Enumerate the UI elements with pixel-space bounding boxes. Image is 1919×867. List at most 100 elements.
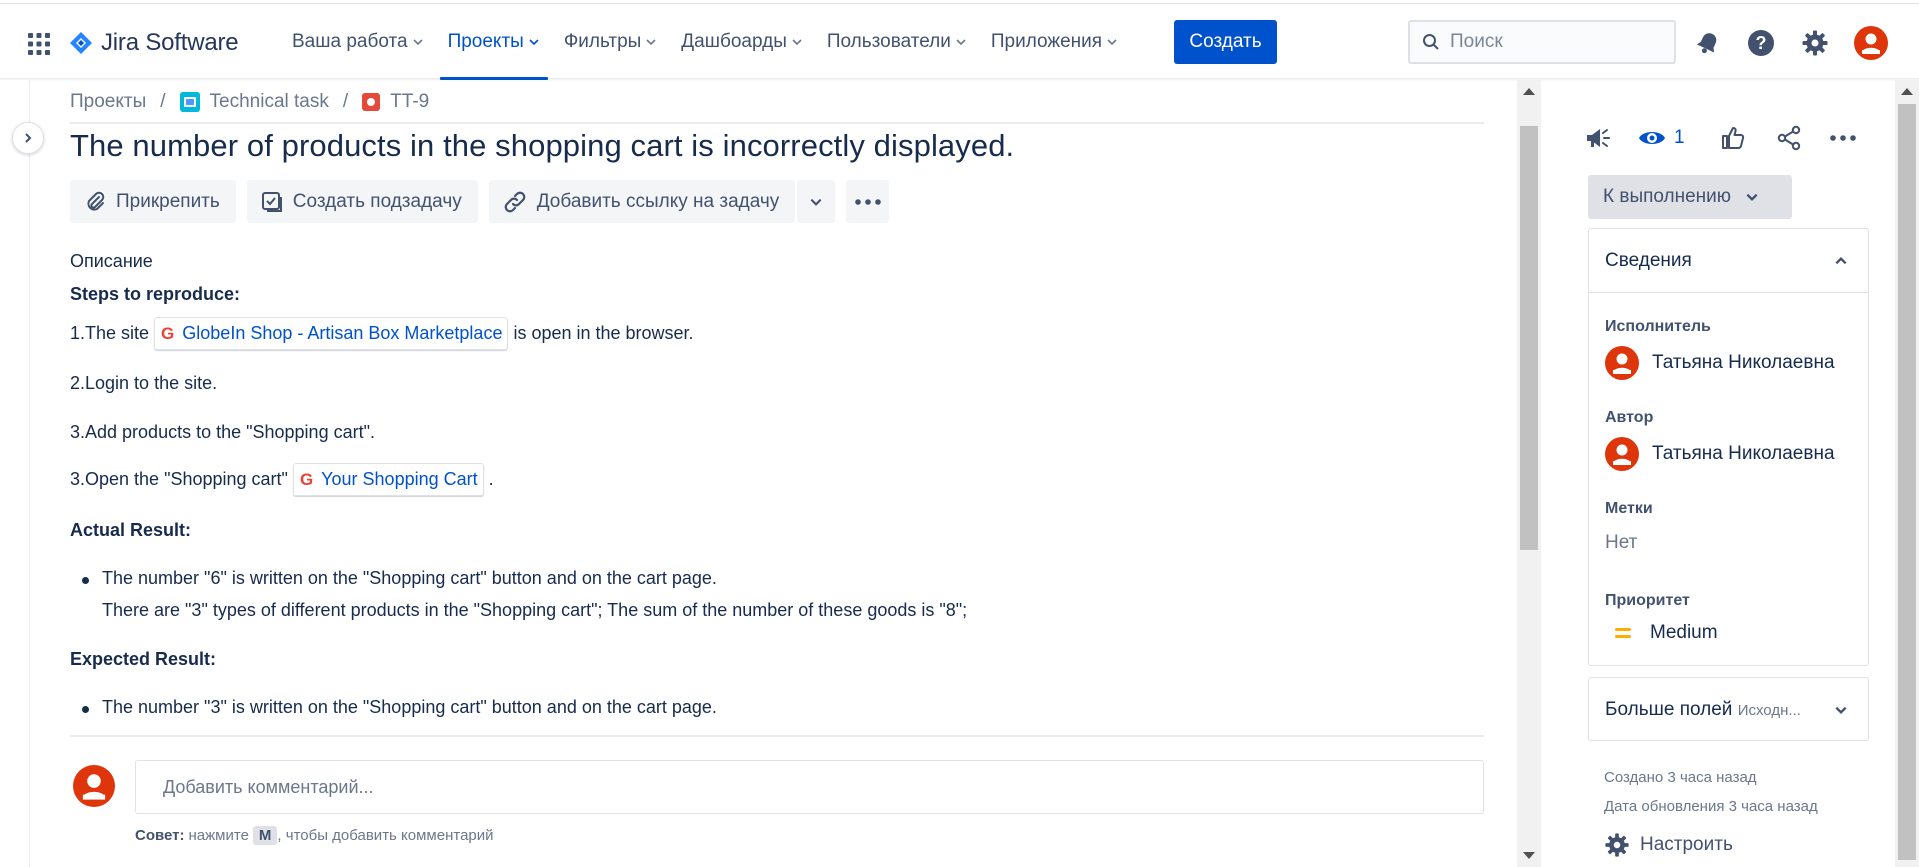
comment-divider bbox=[70, 735, 1484, 737]
step-4: 3.Open the "Shopping cart" G Your Shoppi… bbox=[70, 463, 494, 496]
search-icon bbox=[1423, 34, 1439, 50]
help-icon[interactable]: ? bbox=[1746, 28, 1776, 58]
description-label: Описание bbox=[70, 251, 153, 271]
nav-projects[interactable]: Проекты bbox=[436, 4, 552, 80]
google-icon: G bbox=[299, 469, 314, 489]
nav-label: Пользователи bbox=[826, 31, 951, 52]
reporter-value[interactable]: Татьяна Николаевна bbox=[1605, 437, 1835, 471]
labels-label: Метки bbox=[1605, 500, 1653, 517]
subtask-icon bbox=[261, 191, 282, 212]
left-sidebar-collapsed bbox=[0, 80, 30, 867]
share-icon[interactable] bbox=[1762, 120, 1816, 156]
priority-medium-icon bbox=[1615, 628, 1631, 638]
breadcrumb-projects[interactable]: Проекты bbox=[70, 91, 146, 113]
chevron-down-icon bbox=[412, 39, 423, 46]
avatar bbox=[1605, 346, 1639, 380]
nav-filters[interactable]: Фильтры bbox=[552, 4, 669, 80]
assignee-name: Татьяна Николаевна bbox=[1652, 352, 1835, 373]
chevron-down-icon bbox=[1835, 706, 1847, 714]
expand-sidebar-button[interactable] bbox=[12, 122, 44, 154]
expected-line-1: The number "3" is written on the "Shoppi… bbox=[102, 697, 717, 717]
chevron-down-icon bbox=[810, 198, 822, 206]
notifications-icon[interactable] bbox=[1693, 28, 1723, 58]
status-dropdown[interactable]: К выполнению bbox=[1588, 175, 1792, 219]
avatar bbox=[1605, 437, 1639, 471]
more-fields-header[interactable]: Больше полей Исходн... bbox=[1589, 678, 1868, 742]
bullet bbox=[82, 577, 89, 584]
bullet bbox=[82, 706, 89, 713]
jira-logo[interactable]: Jira Software bbox=[69, 28, 239, 58]
feedback-megaphone-icon[interactable] bbox=[1584, 120, 1628, 156]
reporter-field: Автор Татьяна Николаевна bbox=[1605, 409, 1835, 471]
chevron-up-icon bbox=[1835, 256, 1847, 264]
comment-avatar bbox=[73, 765, 115, 807]
scroll-up-arrow[interactable] bbox=[1523, 88, 1535, 95]
priority-value[interactable]: Medium bbox=[1605, 622, 1718, 644]
chevron-down-icon bbox=[1746, 193, 1758, 201]
nav-label: Проекты bbox=[447, 31, 524, 52]
more-fields-hint: Исходн... bbox=[1737, 702, 1801, 719]
globein-shop-link[interactable]: G GlobeIn Shop - Artisan Box Marketplace bbox=[154, 317, 509, 350]
scroll-down-arrow[interactable] bbox=[1523, 852, 1535, 859]
nav-your-work[interactable]: Ваша работа bbox=[280, 4, 436, 80]
app-name: Jira Software bbox=[101, 29, 239, 56]
header-divider bbox=[70, 122, 1484, 124]
assignee-label: Исполнитель bbox=[1605, 318, 1711, 335]
steps-heading: Steps to reproduce: bbox=[70, 284, 241, 304]
nav-dashboards[interactable]: Дашбоарды bbox=[669, 4, 815, 80]
main-nav: Ваша работа Проекты Фильтры Дашбоарды По… bbox=[280, 4, 1130, 80]
step-2: 2.Login to the site. bbox=[70, 373, 218, 393]
search-input[interactable] bbox=[1450, 31, 1650, 53]
chevron-down-icon bbox=[529, 39, 539, 46]
panel-scrollbar[interactable] bbox=[1895, 80, 1919, 867]
nav-people[interactable]: Пользователи bbox=[815, 4, 979, 80]
link-issue-button[interactable]: Добавить ссылку на задачу bbox=[488, 180, 796, 223]
create-subtask-button[interactable]: Создать подзадачу bbox=[246, 180, 478, 223]
configure-button[interactable]: Настроить bbox=[1604, 832, 1733, 858]
assignee-field: Исполнитель Татьяна Николаевна bbox=[1605, 318, 1835, 380]
more-icon[interactable] bbox=[1816, 120, 1870, 156]
scroll-up-arrow[interactable] bbox=[1901, 88, 1913, 95]
labels-value[interactable]: Нет bbox=[1605, 532, 1653, 554]
watchers-button[interactable]: 1 bbox=[1628, 120, 1704, 156]
attach-button[interactable]: Прикрепить bbox=[70, 180, 236, 223]
actual-heading: Actual Result: bbox=[70, 520, 192, 540]
breadcrumb-project-label: Technical task bbox=[209, 91, 329, 112]
more-fields-title: Больше полей bbox=[1605, 699, 1733, 720]
scroll-thumb[interactable] bbox=[1898, 104, 1916, 860]
configure-label: Настроить bbox=[1640, 834, 1733, 855]
breadcrumb-project[interactable]: Technical task bbox=[179, 91, 329, 113]
shopping-cart-link[interactable]: G Your Shopping Cart bbox=[292, 463, 484, 496]
more-fields-card: Больше полей Исходн... bbox=[1588, 677, 1869, 741]
create-button[interactable]: Создать bbox=[1174, 20, 1277, 64]
breadcrumb-separator: / bbox=[160, 91, 166, 112]
profile-avatar[interactable] bbox=[1854, 26, 1888, 60]
step-text: . bbox=[488, 469, 494, 489]
paperclip-icon bbox=[87, 191, 105, 211]
scroll-thumb[interactable] bbox=[1520, 126, 1538, 550]
details-header[interactable]: Сведения bbox=[1589, 229, 1868, 293]
shortcut-key: M bbox=[252, 826, 278, 845]
breadcrumb-issue[interactable]: TT-9 bbox=[362, 91, 429, 113]
step-text: 3.Open the "Shopping cart" bbox=[70, 469, 288, 489]
vote-thumbs-up-icon[interactable] bbox=[1704, 120, 1762, 156]
details-title: Сведения bbox=[1605, 249, 1692, 271]
bug-issue-type-icon bbox=[362, 93, 381, 111]
search-box[interactable] bbox=[1408, 20, 1676, 64]
issue-title[interactable]: The number of products in the shopping c… bbox=[70, 128, 1014, 164]
link-issue-dropdown[interactable] bbox=[797, 180, 836, 223]
settings-gear-icon[interactable] bbox=[1800, 28, 1830, 58]
created-date: Создано 3 часа назад bbox=[1604, 769, 1757, 786]
assignee-value[interactable]: Татьяна Николаевна bbox=[1605, 346, 1835, 380]
more-actions-button[interactable] bbox=[846, 180, 890, 223]
status-label: К выполнению bbox=[1603, 186, 1732, 207]
tip-text: , чтобы добавить комментарий bbox=[277, 827, 494, 844]
reporter-label: Автор bbox=[1605, 409, 1654, 426]
watchers-count: 1 bbox=[1674, 127, 1685, 148]
app-switcher-icon[interactable] bbox=[27, 32, 51, 56]
comment-input[interactable]: Добавить комментарий... bbox=[135, 760, 1484, 814]
main-scrollbar[interactable] bbox=[1517, 80, 1541, 867]
nav-apps[interactable]: Приложения bbox=[979, 4, 1130, 80]
chevron-right-icon bbox=[25, 133, 32, 143]
issue-key: TT-9 bbox=[390, 91, 430, 112]
